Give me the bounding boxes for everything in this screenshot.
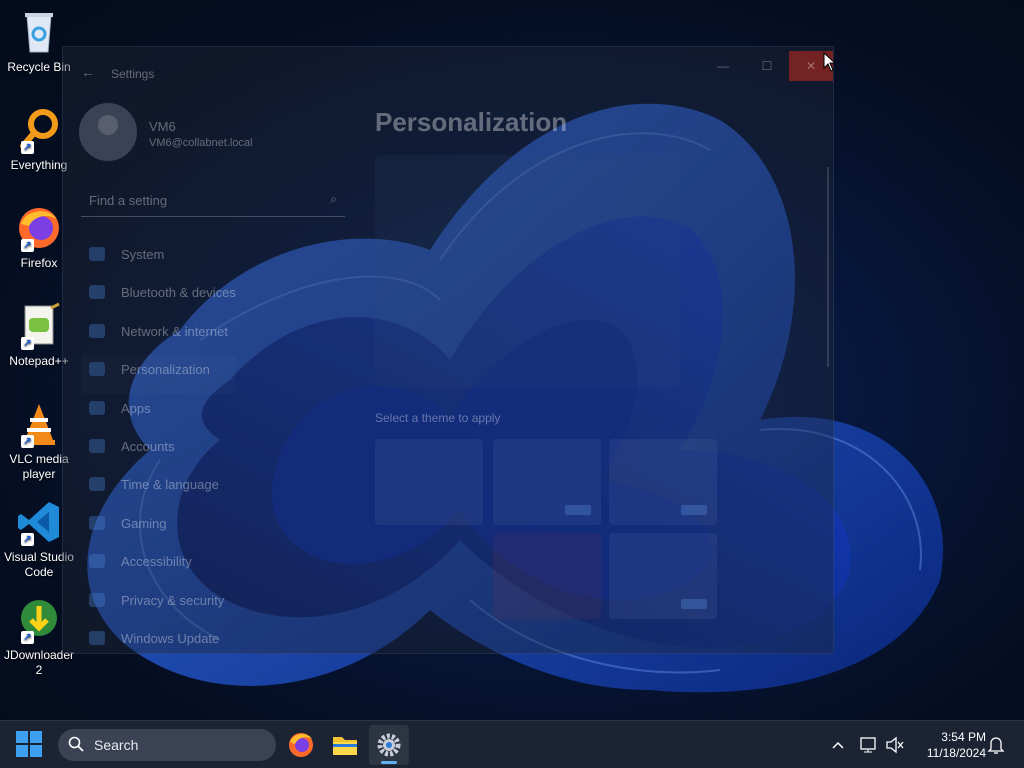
scrollbar[interactable]	[827, 167, 829, 367]
shortcut-arrow-icon: ↗	[21, 435, 34, 448]
nav-item-privacy[interactable]: Privacy & security	[81, 586, 236, 624]
apps-icon	[89, 400, 105, 415]
mouse-cursor-icon	[823, 51, 837, 77]
nav-item-accessibility[interactable]: Accessibility	[81, 547, 236, 585]
find-setting-input[interactable]: Find a setting ⌕	[81, 187, 345, 217]
nav-item-bluetooth[interactable]: Bluetooth & devices	[81, 278, 236, 316]
shortcut-arrow-icon: ↗	[21, 141, 34, 154]
start-button[interactable]	[16, 731, 44, 759]
firefox-icon	[289, 733, 313, 757]
everything-search-icon: ↗	[15, 106, 63, 154]
show-hidden-icons-button[interactable]	[828, 721, 848, 768]
theme-tile[interactable]	[493, 533, 601, 619]
close-icon: ✕	[805, 59, 817, 73]
nav-item-accounts[interactable]: Accounts	[81, 432, 236, 470]
bell-icon	[987, 737, 1005, 754]
nav-item-label: Apps	[121, 400, 151, 416]
nav-item-label: Windows Update	[121, 630, 220, 646]
minimize-button[interactable]: —	[701, 51, 745, 81]
firefox-icon: ↗	[15, 204, 63, 252]
nav-item-label: Gaming	[121, 515, 167, 531]
gear-icon	[377, 733, 401, 757]
theme-tile[interactable]	[609, 439, 717, 525]
gamepad-icon	[89, 515, 105, 530]
bluetooth-icon	[89, 285, 105, 300]
nav-item-label: Accounts	[121, 438, 175, 454]
nav-item-network[interactable]: Network & internet	[81, 317, 236, 355]
find-setting-placeholder: Find a setting	[89, 193, 168, 208]
windows-logo-pane	[30, 745, 42, 757]
shortcut-arrow-icon: ↗	[21, 337, 34, 350]
accessibility-icon	[89, 554, 105, 569]
nav-item-apps[interactable]: Apps	[81, 394, 236, 432]
chevron-up-icon	[832, 741, 844, 749]
nav-item-system[interactable]: System	[81, 240, 236, 278]
vscode-icon: ↗	[15, 498, 63, 546]
theme-tile[interactable]	[609, 533, 717, 619]
folder-icon	[333, 737, 357, 755]
settings-window[interactable]: ← Settings — ☐ ✕ VM6 VM6@collabnet.local…	[62, 46, 834, 654]
theme-tile-taskbar	[565, 505, 591, 515]
user-name: VM6	[149, 119, 176, 134]
brush-icon	[89, 362, 105, 377]
windows-logo-pane	[30, 731, 42, 743]
nav-item-personalization[interactable]: Personalization	[81, 355, 236, 393]
network-status[interactable]	[858, 721, 880, 768]
theme-preview	[375, 155, 681, 387]
theme-tile[interactable]	[493, 439, 601, 525]
globe-icon	[89, 477, 105, 492]
avatar	[79, 103, 137, 161]
notifications-button[interactable]	[986, 721, 1006, 768]
shortcut-arrow-icon: ↗	[21, 239, 34, 252]
page-title: Personalization	[375, 107, 568, 137]
taskbar: Search 3:54 PM 11/18/2024	[0, 720, 1024, 768]
settings-nav: System Bluetooth & devices Network & int…	[81, 240, 236, 662]
search-icon: ⌕	[330, 192, 337, 206]
maximize-button[interactable]: ☐	[745, 51, 789, 81]
notepad-plus-plus-icon: ↗	[15, 302, 63, 350]
theme-tile[interactable]	[375, 439, 483, 525]
recycle-bin-icon	[15, 8, 63, 56]
shortcut-arrow-icon: ↗	[21, 533, 34, 546]
taskbar-search[interactable]: Search	[58, 729, 276, 761]
nav-item-label: Network & internet	[121, 323, 228, 339]
network-icon	[89, 323, 105, 338]
shield-icon	[89, 592, 105, 607]
clock-date: 11/18/2024	[926, 746, 986, 760]
nav-item-gaming[interactable]: Gaming	[81, 509, 236, 547]
taskbar-firefox[interactable]	[281, 725, 321, 765]
network-icon	[860, 737, 876, 753]
theme-tile-taskbar	[681, 599, 707, 609]
volume-status[interactable]	[884, 721, 906, 768]
theme-hint: Select a theme to apply	[375, 411, 501, 425]
nav-item-label: Time & language	[121, 477, 219, 493]
clock-time: 3:54 PM	[941, 730, 986, 744]
nav-item-label: Privacy & security	[121, 592, 225, 608]
active-indicator	[381, 761, 397, 764]
accounts-icon	[89, 438, 105, 453]
search-label: Search	[94, 737, 139, 753]
taskbar-settings[interactable]	[369, 725, 409, 765]
user-email: VM6@collabnet.local	[149, 137, 253, 149]
windows-logo-icon	[16, 731, 28, 743]
taskbar-file-explorer[interactable]	[325, 725, 365, 765]
speaker-muted-icon	[886, 736, 904, 754]
theme-tile-taskbar	[681, 505, 707, 515]
nav-item-label: Bluetooth & devices	[121, 285, 236, 301]
update-icon	[89, 630, 105, 645]
window-title: Settings	[111, 67, 155, 81]
nav-item-windows-update[interactable]: Windows Update	[81, 624, 236, 662]
jdownloader-icon: ↗	[15, 596, 63, 644]
system-icon	[89, 247, 105, 261]
windows-logo-pane	[16, 745, 28, 757]
nav-item-label: Accessibility	[121, 554, 192, 570]
shortcut-arrow-icon: ↗	[21, 631, 34, 644]
nav-item-label: Personalization	[121, 362, 210, 378]
nav-item-label: System	[121, 247, 165, 262]
search-icon	[68, 736, 84, 752]
back-arrow-icon[interactable]: ←	[81, 64, 95, 80]
system-clock[interactable]: 3:54 PM 11/18/2024	[916, 729, 986, 761]
nav-item-time-language[interactable]: Time & language	[81, 470, 236, 508]
vlc-icon: ↗	[15, 400, 63, 448]
